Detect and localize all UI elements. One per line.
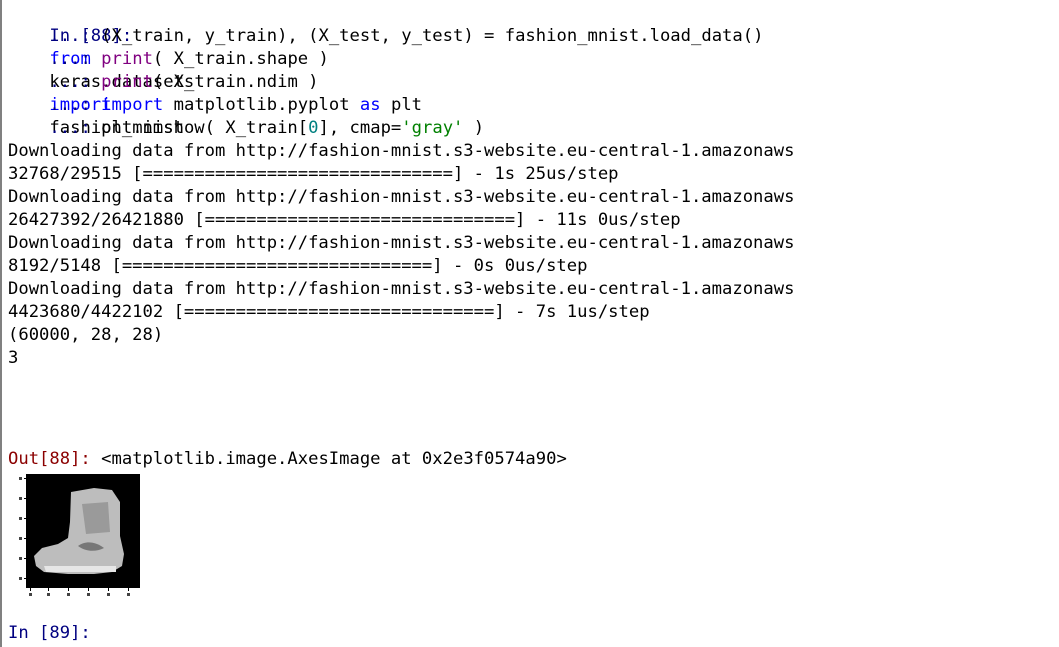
- continuation-prompt: ...:: [49, 49, 91, 69]
- continuation-prompt: ...:: [49, 95, 91, 115]
- output-line: 32768/29515 [===========================…: [8, 164, 619, 184]
- input-prompt: In [89]:: [8, 623, 91, 643]
- output-line: 26427392/26421880 [=====================…: [8, 210, 681, 230]
- output-line: Downloading data from http://fashion-mni…: [8, 279, 795, 299]
- output-line: 4423680/4422102 [=======================…: [8, 302, 650, 322]
- code-text: ( X_train.ndim ): [152, 72, 319, 92]
- ankle-boot-image: [19, 474, 140, 596]
- keyword: import: [101, 95, 164, 115]
- ipython-console[interactable]: In [88]: from keras.datasets import fash…: [0, 0, 1059, 647]
- code-text: plt.imshow( X_train[: [101, 118, 309, 138]
- string-literal: 'gray': [401, 118, 464, 138]
- output-line: Downloading data from http://fashion-mni…: [8, 187, 795, 207]
- code-line-1: In [88]: from keras.datasets import fash…: [8, 2, 194, 138]
- builtin-function: print: [101, 72, 153, 92]
- output-line: (60000, 28, 28): [8, 325, 164, 345]
- code-line-2: ...: (X_train, y_train), (X_test, y_test…: [8, 25, 763, 48]
- code-line-5: ...: import matplotlib.pyplot as plt: [8, 94, 422, 117]
- output-line: Downloading data from http://fashion-mni…: [8, 141, 795, 161]
- import-name: plt: [390, 95, 423, 115]
- builtin-function: print: [101, 49, 153, 69]
- code-text: (X_train, y_train), (X_test, y_test) = f…: [101, 26, 764, 46]
- output-value: <matplotlib.image.AxesImage at 0x2e3f057…: [90, 449, 567, 469]
- continuation-prompt: ...:: [49, 26, 91, 46]
- number-literal: 0: [308, 118, 319, 138]
- output-line: Downloading data from http://fashion-mni…: [8, 233, 795, 253]
- code-text: ): [463, 118, 485, 138]
- output-line: 8192/5148 [=============================…: [8, 256, 588, 276]
- code-text: ], cmap=: [318, 118, 402, 138]
- inline-plot: [16, 474, 140, 598]
- code-text: ( X_train.shape ): [152, 49, 329, 69]
- code-line-3: ...: print( X_train.shape ): [8, 48, 329, 71]
- output-line: 3: [8, 348, 19, 368]
- code-line-next[interactable]: In [89]:: [8, 622, 91, 645]
- module-name: matplotlib.pyplot: [173, 95, 350, 115]
- code-line-4: ...: print( X_train.ndim ): [8, 71, 319, 94]
- keyword: as: [359, 95, 381, 115]
- code-line-6: ...: plt.imshow( X_train[0], cmap='gray'…: [8, 117, 484, 140]
- output-result-line: Out[88]: <matplotlib.image.AxesImage at …: [8, 448, 567, 471]
- continuation-prompt: ...:: [49, 118, 91, 138]
- output-prompt: Out[88]:: [8, 449, 91, 469]
- continuation-prompt: ...:: [49, 72, 91, 92]
